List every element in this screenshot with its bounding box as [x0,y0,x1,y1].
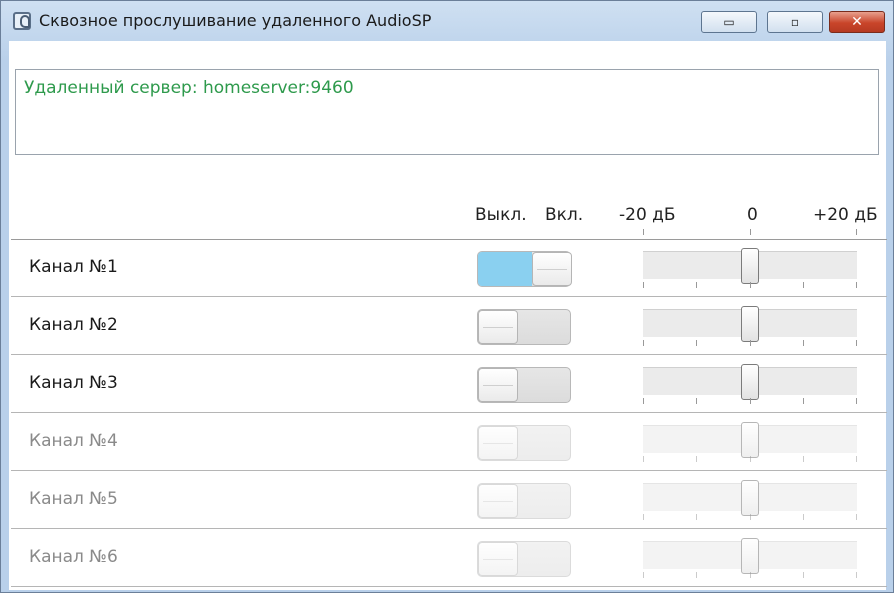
slider-tick [643,282,644,288]
slider-ticks [643,282,857,288]
channel-row: Канал №2 [11,298,887,355]
channel-toggle[interactable] [477,367,571,403]
slider-tick [696,456,697,462]
slider-tick [856,282,857,288]
slider-ticks [643,514,857,520]
gain-slider [643,422,857,458]
slider-tick [643,514,644,520]
server-address: Удаленный сервер: homeserver:9460 [24,78,354,98]
gain-slider[interactable] [643,306,857,342]
channel-label: Канал №5 [29,489,118,509]
header-scale-min: -20 дБ [619,205,676,225]
slider-tick [696,282,697,288]
window-title: Сквозное прослушивание удаленного AudioS… [39,11,432,30]
scale-tick [750,229,751,235]
channel-label: Канал №2 [29,315,118,335]
slider-tick [643,572,644,578]
gain-slider [643,538,857,574]
scale-tick [856,229,857,235]
channel-label: Канал №3 [29,373,118,393]
minimize-button[interactable]: ▭ [701,11,757,33]
maximize-button[interactable]: ▫ [767,11,823,33]
slider-tick [803,398,804,404]
channel-row: Канал №1 [11,240,887,297]
minimize-icon: ▭ [723,15,735,29]
scale-tick [643,229,644,235]
maximize-icon: ▫ [790,15,800,29]
slider-tick [643,456,644,462]
slider-tick [643,398,644,404]
channel-label: Канал №6 [29,547,118,567]
channel-row: Канал №3 [11,356,887,413]
app-icon [13,12,31,30]
slider-tick [803,514,804,520]
slider-thumb [741,480,759,516]
app-window: Сквозное прослушивание удаленного AudioS… [0,0,894,593]
gain-slider [643,480,857,516]
slider-tick [750,340,751,346]
title-bar[interactable]: Сквозное прослушивание удаленного AudioS… [1,1,893,37]
toggle-on-fill [478,252,532,286]
channel-row: Канал №4 [11,414,887,471]
channel-toggle [477,541,571,577]
toggle-knob [478,426,518,460]
slider-tick [750,398,751,404]
slider-tick [696,398,697,404]
slider-ticks [643,398,857,404]
slider-tick [696,514,697,520]
slider-ticks [643,456,857,462]
slider-tick [750,456,751,462]
slider-ticks [643,340,857,346]
close-button[interactable]: ✕ [829,11,885,33]
close-icon: ✕ [851,14,863,30]
channel-row: Канал №6 [11,530,887,587]
slider-tick [856,340,857,346]
scale-ticks [643,229,857,239]
slider-tick [856,456,857,462]
header-scale-max: +20 дБ [813,205,878,225]
slider-tick [696,340,697,346]
slider-tick [750,514,751,520]
channel-label: Канал №1 [29,257,118,277]
slider-thumb[interactable] [741,248,759,284]
channel-toggle[interactable] [477,251,572,287]
slider-tick [696,572,697,578]
slider-tick [750,572,751,578]
slider-tick [803,572,804,578]
toggle-knob [478,542,518,576]
channel-row: Канал №5 [11,472,887,529]
header-on-label: Вкл. [545,205,584,225]
header-scale-mid: 0 [747,205,758,225]
slider-thumb[interactable] [741,364,759,400]
slider-thumb[interactable] [741,306,759,342]
toggle-knob[interactable] [478,310,518,344]
server-info-panel: Удаленный сервер: homeserver:9460 [15,69,879,155]
slider-ticks [643,572,857,578]
toggle-knob[interactable] [532,252,572,286]
toggle-knob [478,484,518,518]
slider-thumb [741,538,759,574]
channel-toggle [477,483,571,519]
gain-slider[interactable] [643,248,857,284]
slider-tick [856,398,857,404]
slider-tick [803,456,804,462]
channel-toggle[interactable] [477,309,571,345]
slider-tick [803,282,804,288]
toggle-knob[interactable] [478,368,518,402]
slider-tick [856,572,857,578]
header-off-label: Выкл. [475,205,527,225]
channel-label: Канал №4 [29,431,118,451]
slider-tick [856,514,857,520]
channel-table: Канал №1 Канал №2 Канал №3 Канал №4 Канал №5… [11,239,887,589]
slider-thumb [741,422,759,458]
gain-slider[interactable] [643,364,857,400]
slider-tick [643,340,644,346]
slider-tick [750,282,751,288]
channel-toggle [477,425,571,461]
slider-tick [803,340,804,346]
